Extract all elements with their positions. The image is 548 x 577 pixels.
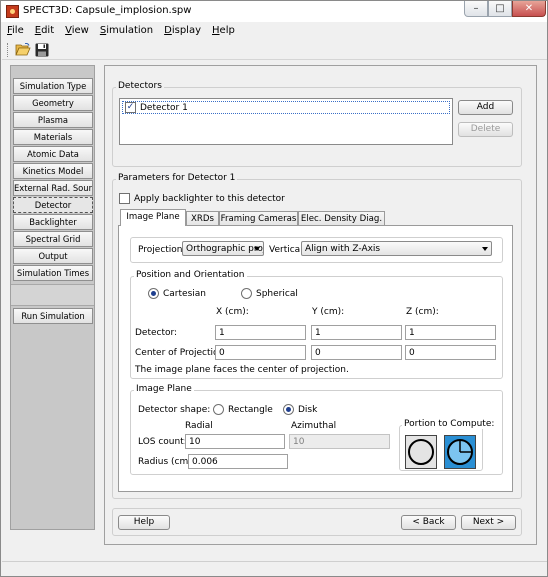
sidebar-item-spectral-grid[interactable]: Spectral Grid [13,231,93,247]
toolbar [2,40,547,60]
title-bar: SPECT3D: Capsule_implosion.spw – □ ✕ [1,1,547,22]
detector-row-label: Detector: [135,328,178,338]
radius-field[interactable]: 0.006 [188,454,288,469]
detector-1-label: Detector 1 [140,103,188,113]
spherical-label: Spherical [256,289,298,299]
projection-note: The image plane faces the center of proj… [135,365,349,375]
detector-1-checkbox[interactable]: ✓ [125,102,136,113]
center-row-label: Center of Projection: [135,348,228,358]
sidebar: Simulation Type Geometry Plasma Material… [10,65,95,530]
radial-header: Radial [185,421,213,431]
sidebar-item-kinetics-model[interactable]: Kinetics Model [13,163,93,179]
apply-backlighter-checkbox[interactable] [119,193,130,204]
projection-label: Projection: [138,245,186,255]
apply-backlighter-label: Apply backlighter to this detector [134,194,285,204]
minimize-button[interactable]: – [464,1,488,17]
menu-simulation[interactable]: Simulation [95,22,159,40]
menu-help[interactable]: Help [207,22,241,40]
sidebar-item-backlighter[interactable]: Backlighter [13,214,93,230]
portion-title: Portion to Compute: [402,419,497,429]
back-button[interactable]: < Back [401,515,456,530]
rectangle-radio[interactable] [213,404,224,415]
detector-z-field[interactable]: 1 [405,325,496,340]
disk-label: Disk [298,405,318,415]
disk-radio[interactable] [283,404,294,415]
sidebar-item-output[interactable]: Output [13,248,93,264]
los-count-label: LOS count: [138,437,187,447]
parameters-group-title: Parameters for Detector 1 [116,173,238,183]
sidebar-item-external-rad-source[interactable]: External Rad. Source [13,180,93,196]
maximize-button[interactable]: □ [488,1,512,17]
floppy-disk-icon[interactable] [35,43,49,57]
los-radial-field[interactable]: 10 [185,434,285,449]
sidebar-item-plasma[interactable]: Plasma [13,112,93,128]
portion-full-button[interactable] [405,435,437,469]
projection-dropdown[interactable]: Orthographic proj [182,241,264,256]
toolbar-grip[interactable] [7,43,9,57]
portion-quarter-button[interactable] [444,435,476,469]
rectangle-label: Rectangle [228,405,273,415]
folder-open-icon[interactable] [15,43,31,56]
sidebar-item-materials[interactable]: Materials [13,129,93,145]
sidebar-item-geometry[interactable]: Geometry [13,95,93,111]
detector-x-field[interactable]: 1 [215,325,306,340]
spherical-radio[interactable] [241,288,252,299]
window-title: SPECT3D: Capsule_implosion.spw [23,5,192,16]
list-item[interactable]: ✓ Detector 1 [122,101,450,114]
x-header: X (cm): [216,307,249,317]
center-x-field[interactable]: 0 [215,345,306,360]
sidebar-item-simulation-times[interactable]: Simulation Times [13,265,93,281]
quarter-circle-icon [447,439,473,465]
tab-elec-density-diag[interactable]: Elec. Density Diag. [298,211,385,226]
chevron-down-icon [254,247,260,251]
z-header: Z (cm): [406,307,439,317]
center-z-field[interactable]: 0 [405,345,496,360]
chevron-down-icon [482,247,488,251]
menu-view[interactable]: View [60,22,95,40]
image-plane-title: Image Plane [134,384,194,394]
next-button[interactable]: Next > [461,515,516,530]
cartesian-radio[interactable] [148,288,159,299]
run-simulation-button[interactable]: Run Simulation [13,308,93,324]
center-y-field[interactable]: 0 [311,345,402,360]
sidebar-separator [11,284,94,306]
menu-bar: File Edit View Simulation Display Help [2,22,547,40]
tab-image-plane[interactable]: Image Plane [120,209,186,226]
menu-file[interactable]: File [2,22,30,40]
vertical-value: Align with Z-Axis [305,244,381,254]
status-bar [2,561,547,576]
vertical-dropdown[interactable]: Align with Z-Axis [301,241,492,256]
close-button[interactable]: ✕ [512,1,546,17]
help-button[interactable]: Help [118,515,170,530]
sidebar-item-detector[interactable]: Detector [13,197,93,213]
azimuthal-header: Azimuthal [291,421,337,431]
sidebar-item-simulation-type[interactable]: Simulation Type [13,78,93,94]
los-azimuthal-field[interactable]: 10 [289,434,390,449]
app-window: SPECT3D: Capsule_implosion.spw – □ ✕ Fil… [0,0,548,577]
menu-display[interactable]: Display [159,22,207,40]
app-logo-icon [6,5,19,18]
menu-edit[interactable]: Edit [30,22,60,40]
projection-value: Orthographic proj [186,244,264,254]
detector-y-field[interactable]: 1 [311,325,402,340]
tab-xrds[interactable]: XRDs [186,211,219,226]
delete-detector-button[interactable]: Delete [458,122,513,137]
y-header: Y (cm): [312,307,345,317]
detectors-group-title: Detectors [116,81,164,91]
full-circle-icon [408,439,434,465]
cartesian-label: Cartesian [163,289,206,299]
detector-list[interactable]: ✓ Detector 1 [119,98,453,145]
position-orientation-title: Position and Orientation [134,270,247,280]
sidebar-item-atomic-data[interactable]: Atomic Data [13,146,93,162]
tab-framing-cameras[interactable]: Framing Cameras [219,211,298,226]
detector-shape-label: Detector shape: [138,405,211,415]
radius-label: Radius (cm): [138,457,195,467]
add-detector-button[interactable]: Add [458,100,513,115]
